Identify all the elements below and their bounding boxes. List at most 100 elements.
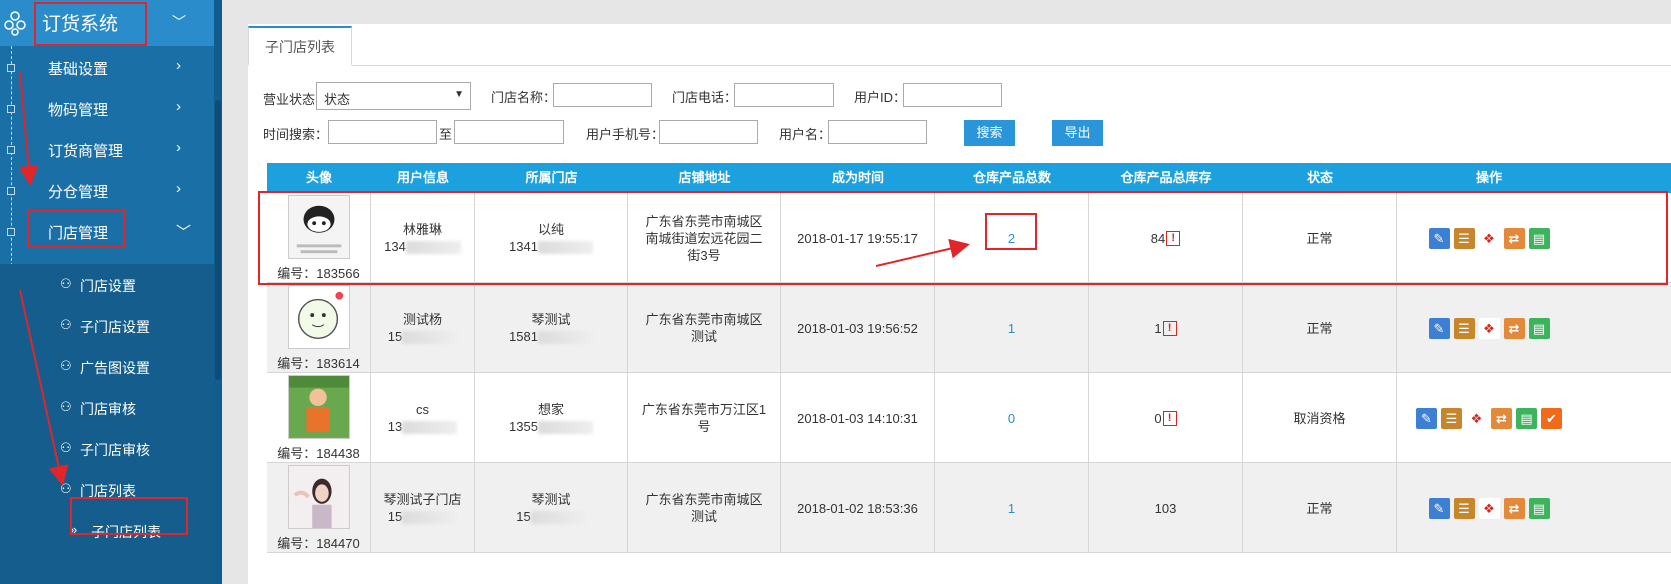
sidebar-item-warehouse-management[interactable]: 分仓管理 ›: [0, 169, 214, 211]
check-icon[interactable]: ✔: [1541, 407, 1562, 429]
time-end-input[interactable]: [454, 120, 564, 144]
sidebar-subitem-substore-list[interactable]: » 子门店列表: [0, 510, 214, 552]
avatar: [287, 375, 350, 439]
store-phone: 1581: [509, 329, 538, 344]
store-phone-label: 门店电话：: [672, 90, 738, 105]
product-count-link[interactable]: 1: [1008, 320, 1015, 337]
report-icon[interactable]: ▤: [1528, 227, 1550, 249]
user-phone: 13: [387, 419, 403, 434]
sidebar-item-code-management[interactable]: 物码管理 ›: [0, 87, 214, 129]
sidebar-subitem-substore-settings[interactable]: ⚇ 子门店设置: [0, 305, 214, 347]
user-icon: ⚇: [60, 481, 72, 496]
tab-substore-list[interactable]: 子门店列表: [248, 26, 352, 66]
store-cell: 以纯 1341: [475, 193, 628, 283]
avatar: [287, 195, 350, 259]
user-icon: ⚇: [60, 276, 72, 291]
sidebar-scrollbar-thumb[interactable]: [215, 100, 221, 380]
sidebar-subitem-label: 广告图设置: [80, 360, 150, 376]
boxes-icon[interactable]: ❖: [1478, 317, 1500, 339]
transfer-icon[interactable]: ⇄: [1503, 497, 1525, 519]
sidebar-subitem-store-list[interactable]: ⚇ 门店列表: [0, 469, 214, 511]
store-phone: 1341: [509, 239, 538, 254]
product-count-cell: 2: [935, 193, 1089, 283]
sidebar-subitem-store-review[interactable]: ⚇ 门店审核: [0, 387, 214, 429]
product-count-link[interactable]: 0: [1008, 410, 1015, 427]
transfer-icon[interactable]: ⇄: [1491, 407, 1512, 429]
sidebar-subitem-store-settings[interactable]: ⚇ 门店设置: [0, 264, 214, 306]
sidebar-subitem-substore-review[interactable]: ⚇ 子门店审核: [0, 428, 214, 470]
user-phone-label: 用户手机号：: [586, 127, 665, 142]
warning-icon[interactable]: !: [1166, 230, 1181, 246]
edit-icon[interactable]: ✎: [1428, 497, 1450, 519]
report-icon[interactable]: ▤: [1516, 407, 1537, 429]
store-name: 琴测试: [531, 312, 571, 327]
address-cell: 广东省东莞市南城区测试: [628, 463, 781, 553]
sidebar-item-store-management[interactable]: 门店管理 ﹀: [0, 210, 214, 252]
sidebar-subitem-label: 门店列表: [80, 483, 136, 499]
table-header: 头像 用户信息 所属门店 店铺地址 成为时间 仓库产品总数 仓库产品总库存 状态…: [267, 163, 1671, 193]
avatar-cell: 编号：184438: [267, 373, 371, 463]
report-icon[interactable]: ▤: [1528, 317, 1550, 339]
chevron-right-icon: ›: [176, 180, 181, 197]
search-button[interactable]: 搜索: [964, 120, 1015, 146]
store-phone: 15: [516, 509, 531, 524]
status-cell: 正常: [1243, 463, 1397, 553]
store-id: 编号：183566: [277, 266, 360, 281]
column-header: 仓库产品总数: [972, 170, 1051, 185]
transfer-icon[interactable]: ⇄: [1503, 317, 1525, 339]
user-info-cell: 测试杨 15: [371, 283, 475, 373]
user-name: cs: [416, 402, 429, 417]
username-label: 用户名：: [779, 127, 832, 142]
store-name: 以纯: [537, 222, 564, 237]
sidebar-header[interactable]: 订货系统 ﹀: [0, 0, 214, 46]
store-cell: 琴测试 15: [475, 463, 628, 553]
join-time-cell: 2018-01-03 14:10:31: [781, 373, 935, 463]
column-header: 操作: [1475, 170, 1502, 185]
product-count-link[interactable]: 2: [1008, 230, 1015, 247]
boxes-icon[interactable]: ❖: [1466, 407, 1487, 429]
boxes-icon[interactable]: ❖: [1478, 227, 1500, 249]
join-time-cell: 2018-01-03 19:56:52: [781, 283, 935, 373]
user-phone: 15: [387, 329, 403, 344]
redacted-blur: [537, 421, 593, 435]
boxes-icon[interactable]: ❖: [1478, 497, 1500, 519]
product-count-link[interactable]: 1: [1008, 500, 1015, 517]
list-icon[interactable]: ☰: [1453, 227, 1475, 249]
export-button[interactable]: 导出: [1052, 120, 1103, 146]
user-phone-input[interactable]: [659, 120, 758, 144]
sidebar-item-basic-settings[interactable]: 基础设置 ›: [0, 46, 214, 88]
store-phone-input[interactable]: [734, 83, 834, 107]
list-icon[interactable]: ☰: [1453, 497, 1475, 519]
username-input[interactable]: [828, 120, 927, 144]
join-time-cell: 2018-01-17 19:55:17: [781, 193, 935, 283]
stock-value: 1: [1154, 320, 1162, 336]
actions-cell: ✎ ☰ ❖ ⇄ ▤ ✔: [1397, 373, 1581, 463]
sidebar-item-dealer-management[interactable]: 订货商管理 ›: [0, 128, 214, 170]
report-icon[interactable]: ▤: [1528, 497, 1550, 519]
actions-cell: ✎ ☰ ❖ ⇄ ▤: [1397, 193, 1581, 283]
redacted-blur: [530, 511, 586, 525]
store-name: 琴测试: [531, 492, 571, 507]
warning-icon[interactable]: !: [1162, 320, 1177, 336]
user-phone: 134: [384, 239, 406, 254]
time-start-input[interactable]: [328, 120, 437, 144]
list-icon[interactable]: ☰: [1441, 407, 1462, 429]
store-name-label: 门店名称：: [491, 90, 557, 105]
list-icon[interactable]: ☰: [1453, 317, 1475, 339]
user-id-input[interactable]: [903, 83, 1002, 107]
table-row: 编号：183614 测试杨 15 琴测试 1581 广东省东莞市南城区测试 2018…: [267, 283, 1671, 373]
transfer-icon[interactable]: ⇄: [1503, 227, 1525, 249]
edit-icon[interactable]: ✎: [1428, 227, 1450, 249]
store-name-input[interactable]: [553, 83, 652, 107]
edit-icon[interactable]: ✎: [1416, 407, 1437, 429]
warning-icon[interactable]: !: [1162, 410, 1177, 426]
status-select-value: 状态: [324, 92, 351, 107]
store-cell: 琴测试 1581: [475, 283, 628, 373]
sidebar-subitem-banner-settings[interactable]: ⚇ 广告图设置: [0, 346, 214, 388]
status-select[interactable]: 状态 ▼: [316, 82, 471, 110]
time-to-label: 至: [439, 127, 453, 142]
edit-icon[interactable]: ✎: [1428, 317, 1450, 339]
user-icon: ⚇: [60, 317, 72, 332]
redacted-blur: [402, 331, 458, 345]
time-search-label: 时间搜索：: [263, 127, 329, 142]
